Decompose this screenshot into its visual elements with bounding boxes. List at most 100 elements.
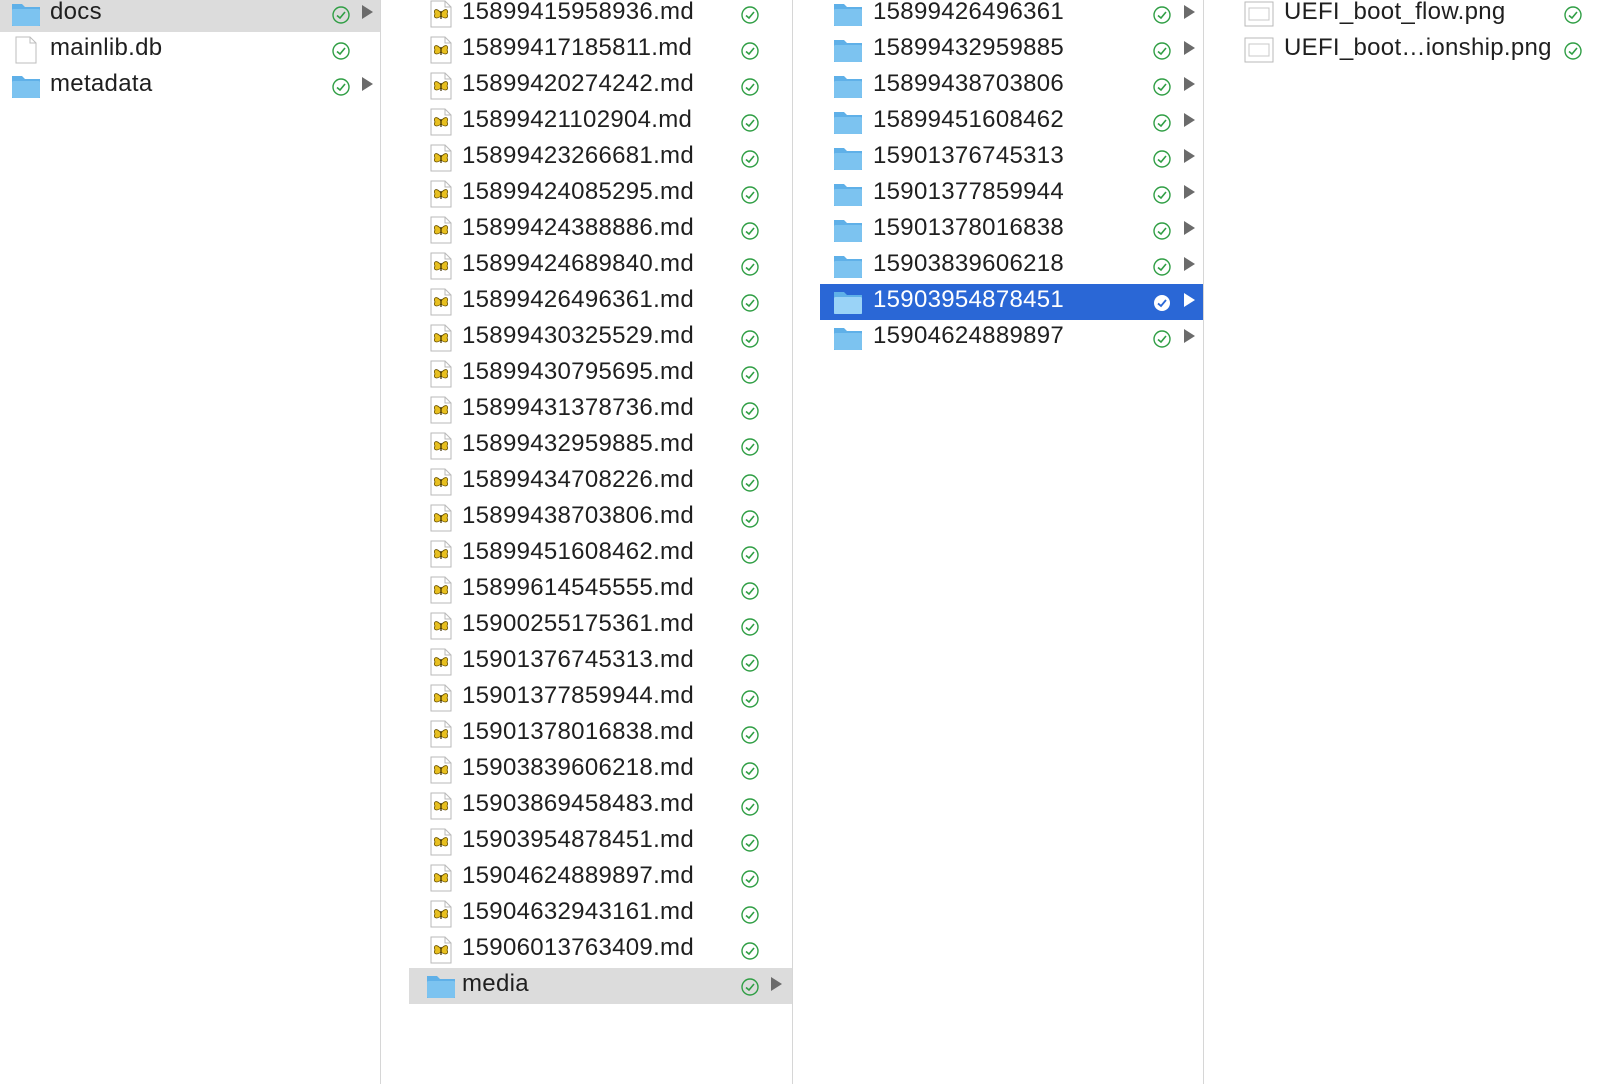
folder-row[interactable]: 15899451608462 bbox=[820, 104, 1203, 140]
file-row[interactable]: 15899424388886.md bbox=[409, 212, 792, 248]
disclosure-arrow-icon[interactable] bbox=[1184, 293, 1195, 307]
file-row[interactable]: 15899614545555.md bbox=[409, 572, 792, 608]
file-row[interactable]: 15899420274242.md bbox=[409, 68, 792, 104]
item-name: mainlib.db bbox=[50, 34, 163, 61]
file-row[interactable]: UEFI_boot_flow.png bbox=[1231, 0, 1604, 32]
item-name: 15899415958936.md bbox=[462, 0, 694, 25]
column-divider[interactable] bbox=[1203, 0, 1204, 1084]
file-row[interactable]: 15901376745313.md bbox=[409, 644, 792, 680]
file-row[interactable]: 15899424689840.md bbox=[409, 248, 792, 284]
disclosure-arrow-icon[interactable] bbox=[1184, 185, 1195, 199]
disclosure-arrow-icon[interactable] bbox=[362, 77, 373, 91]
folder-row[interactable]: docs bbox=[0, 0, 380, 32]
sync-check-icon bbox=[332, 3, 350, 24]
disclosure-arrow-icon[interactable] bbox=[1184, 329, 1195, 343]
file-row[interactable]: 15903869458483.md bbox=[409, 788, 792, 824]
disclosure-arrow-icon[interactable] bbox=[362, 5, 373, 19]
disclosure-arrow-icon[interactable] bbox=[1184, 77, 1195, 91]
item-name: 15901378016838.md bbox=[462, 718, 694, 745]
file-row[interactable]: 15904632943161.md bbox=[409, 896, 792, 932]
folder-icon bbox=[10, 0, 42, 36]
document-icon bbox=[10, 35, 42, 72]
file-row[interactable]: 15899426496361.md bbox=[409, 284, 792, 320]
file-row[interactable]: 15903954878451.md bbox=[409, 824, 792, 860]
item-name: 15899438703806 bbox=[873, 70, 1065, 97]
file-row[interactable]: 15899434708226.md bbox=[409, 464, 792, 500]
item-name: 15899424085295.md bbox=[462, 178, 694, 205]
disclosure-arrow-icon[interactable] bbox=[1184, 41, 1195, 55]
file-row[interactable]: 15901378016838.md bbox=[409, 716, 792, 752]
file-row[interactable]: 15899423266681.md bbox=[409, 140, 792, 176]
file-row[interactable]: 15906013763409.md bbox=[409, 932, 792, 968]
file-row[interactable]: 15904624889897.md bbox=[409, 860, 792, 896]
folder-row[interactable]: 15899426496361 bbox=[820, 0, 1203, 32]
file-row[interactable]: 15899438703806.md bbox=[409, 500, 792, 536]
column-docs[interactable]: 15899415958936.md 15899417185811.md 158994… bbox=[409, 0, 792, 1084]
markdown-file-icon bbox=[425, 539, 457, 576]
item-name: media bbox=[462, 970, 529, 997]
sync-check-icon bbox=[741, 831, 759, 852]
file-row[interactable]: 15899431378736.md bbox=[409, 392, 792, 428]
markdown-file-icon bbox=[425, 179, 457, 216]
folder-row[interactable]: 15901378016838 bbox=[820, 212, 1203, 248]
folder-row[interactable]: metadata bbox=[0, 68, 380, 104]
item-name: 15901378016838 bbox=[873, 214, 1065, 241]
sync-check-icon bbox=[1153, 111, 1171, 132]
file-row[interactable]: 15899424085295.md bbox=[409, 176, 792, 212]
disclosure-arrow-icon[interactable] bbox=[1184, 221, 1195, 235]
file-row[interactable]: 15903839606218.md bbox=[409, 752, 792, 788]
file-row[interactable]: UEFI_boot…ionship.png bbox=[1231, 32, 1604, 68]
folder-row[interactable]: 15903839606218 bbox=[820, 248, 1203, 284]
markdown-file-icon bbox=[425, 431, 457, 468]
sync-check-icon bbox=[741, 615, 759, 636]
item-name: 15903954878451 bbox=[873, 286, 1065, 313]
image-file-icon bbox=[1243, 35, 1275, 72]
folder-row[interactable]: media bbox=[409, 968, 792, 1004]
file-row[interactable]: 15901377859944.md bbox=[409, 680, 792, 716]
disclosure-arrow-icon[interactable] bbox=[1184, 257, 1195, 271]
file-row[interactable]: 15899432959885.md bbox=[409, 428, 792, 464]
file-row[interactable]: 15899451608462.md bbox=[409, 536, 792, 572]
file-row[interactable]: 15899430795695.md bbox=[409, 356, 792, 392]
sync-check-icon bbox=[741, 219, 759, 240]
folder-row[interactable]: 15903954878451 bbox=[820, 284, 1203, 320]
markdown-file-icon bbox=[425, 71, 457, 108]
disclosure-arrow-icon[interactable] bbox=[771, 977, 782, 991]
folder-row[interactable]: 15901377859944 bbox=[820, 176, 1203, 212]
sync-check-icon bbox=[741, 471, 759, 492]
item-name: 15900255175361.md bbox=[462, 610, 694, 637]
disclosure-arrow-icon[interactable] bbox=[1184, 113, 1195, 127]
folder-row[interactable]: 15899438703806 bbox=[820, 68, 1203, 104]
folder-icon bbox=[832, 35, 864, 72]
file-row[interactable]: 15899430325529.md bbox=[409, 320, 792, 356]
disclosure-arrow-icon[interactable] bbox=[1184, 5, 1195, 19]
sync-check-icon bbox=[741, 903, 759, 924]
file-row[interactable]: mainlib.db bbox=[0, 32, 380, 68]
sync-check-icon bbox=[741, 867, 759, 888]
column-selected-folder[interactable]: UEFI_boot_flow.png UEFI_boot…ionship.png bbox=[1231, 0, 1604, 1084]
item-name: 15903869458483.md bbox=[462, 790, 694, 817]
sync-check-icon bbox=[741, 939, 759, 960]
item-name: 15899421102904.md bbox=[462, 106, 693, 133]
markdown-file-icon bbox=[425, 575, 457, 612]
file-row[interactable]: 15899421102904.md bbox=[409, 104, 792, 140]
item-name: 15899614545555.md bbox=[462, 574, 694, 601]
folder-icon bbox=[832, 179, 864, 216]
column-divider[interactable] bbox=[380, 0, 381, 1084]
folder-row[interactable]: 15901376745313 bbox=[820, 140, 1203, 176]
sync-check-icon bbox=[741, 327, 759, 348]
folder-row[interactable]: 15904624889897 bbox=[820, 320, 1203, 356]
column-media[interactable]: 15899426496361 15899432959885 158994387038… bbox=[820, 0, 1203, 1084]
file-row[interactable]: 15900255175361.md bbox=[409, 608, 792, 644]
item-name: 15901376745313.md bbox=[462, 646, 694, 673]
markdown-file-icon bbox=[425, 503, 457, 540]
folder-row[interactable]: 15899432959885 bbox=[820, 32, 1203, 68]
markdown-file-icon bbox=[425, 143, 457, 180]
sync-check-icon bbox=[741, 75, 759, 96]
column-root[interactable]: docs mainlib.db metadata bbox=[0, 0, 380, 1084]
file-row[interactable]: 15899415958936.md bbox=[409, 0, 792, 32]
file-row[interactable]: 15899417185811.md bbox=[409, 32, 792, 68]
column-divider[interactable] bbox=[792, 0, 793, 1084]
sync-check-icon bbox=[741, 3, 759, 24]
disclosure-arrow-icon[interactable] bbox=[1184, 149, 1195, 163]
